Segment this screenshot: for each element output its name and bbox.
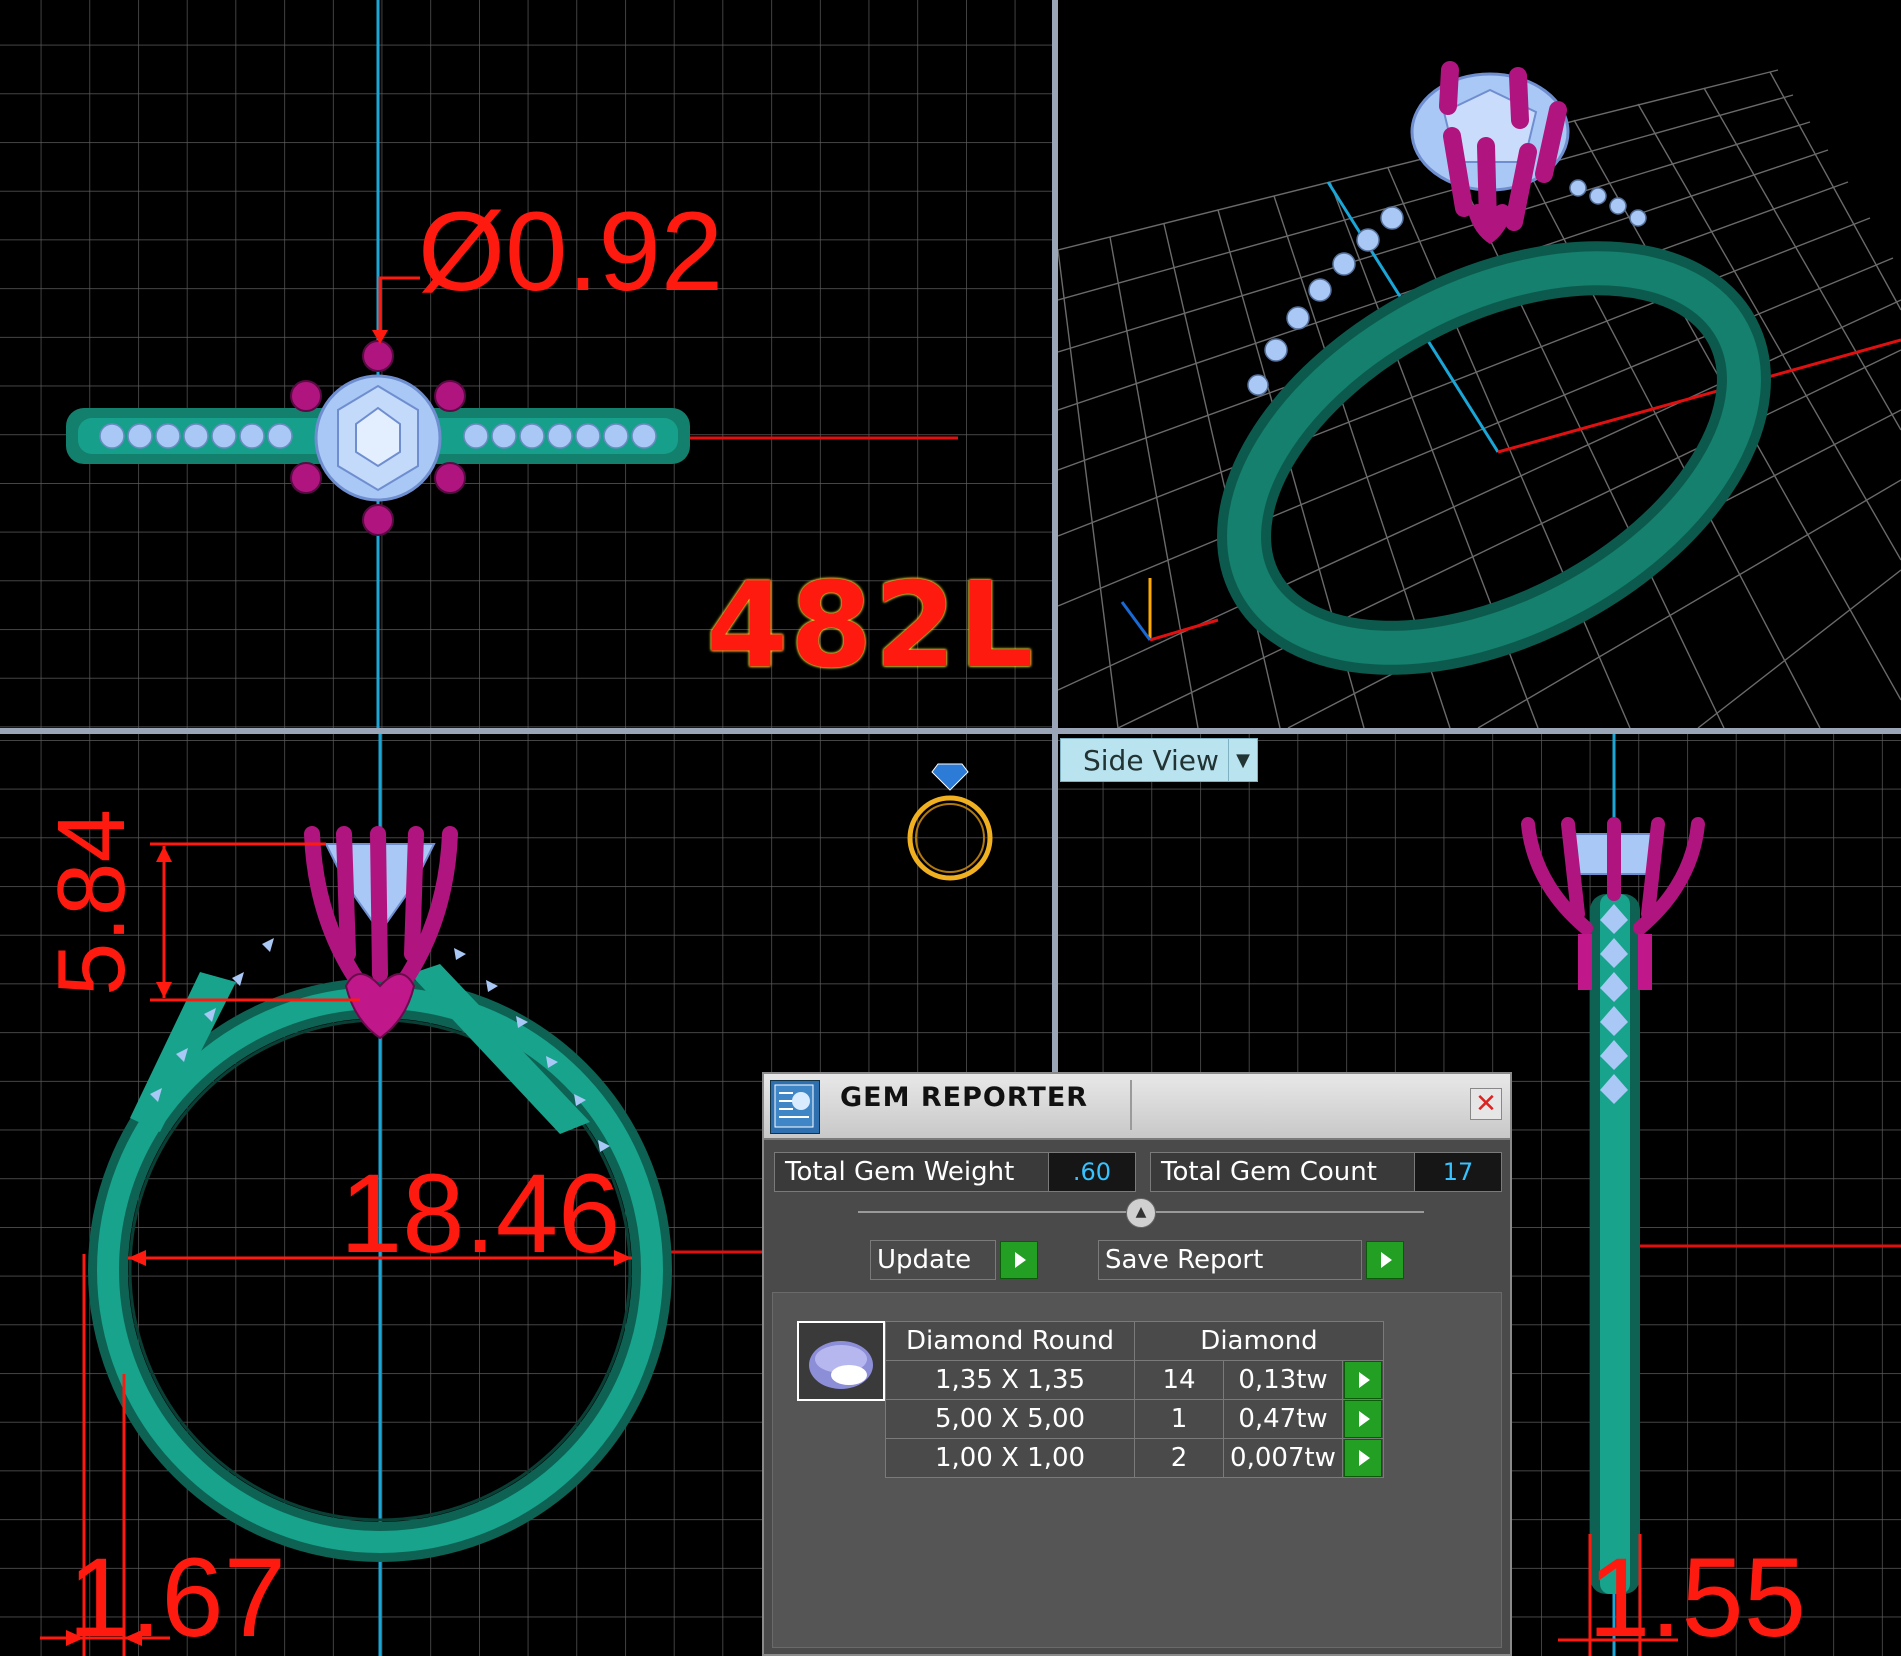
play-icon[interactable] (1344, 1439, 1382, 1477)
gem-row-action[interactable] (1342, 1360, 1384, 1400)
gem-table: Diamond Round Diamond 1,35 X 1,35 14 0,1… (885, 1321, 1384, 1478)
column-gem-shape: Diamond Round (885, 1321, 1135, 1361)
close-button[interactable]: ✕ (1470, 1088, 1502, 1120)
close-icon: ✕ (1475, 1089, 1497, 1119)
gem-size: 1,00 X 1,00 (885, 1438, 1135, 1478)
total-gem-weight-label: Total Gem Weight (785, 1157, 1015, 1187)
gem-row[interactable]: 1,00 X 1,00 2 0,007tw (885, 1438, 1384, 1478)
update-play-button[interactable] (1000, 1241, 1038, 1279)
gem-size: 5,00 X 5,00 (885, 1399, 1135, 1439)
model-number-label: 482L (706, 556, 1036, 694)
gem-count: 14 (1134, 1360, 1224, 1400)
save-report-label: Save Report (1105, 1245, 1264, 1275)
gem-weight: 0,007tw (1223, 1438, 1343, 1478)
save-report-button[interactable]: Save Report (1098, 1240, 1362, 1280)
viewport-perspective[interactable] (1058, 0, 1901, 728)
gem-row[interactable]: 5,00 X 5,00 1 0,47tw (885, 1399, 1384, 1439)
viewport-top[interactable]: Ø0.92 482L (0, 0, 1052, 728)
view-selector-dropdown[interactable]: Side View ▼ (1060, 738, 1258, 782)
total-gem-weight: Total Gem Weight .60 (774, 1152, 1136, 1192)
gem-row[interactable]: 1,35 X 1,35 14 0,13tw (885, 1360, 1384, 1400)
gem-weight: 0,47tw (1223, 1399, 1343, 1439)
band-width-dimension: 1.67 (68, 1535, 286, 1656)
panel-title: GEM REPORTER (840, 1082, 1089, 1113)
column-gem-type: Diamond (1134, 1321, 1384, 1361)
gem-count: 2 (1134, 1438, 1224, 1478)
diamond-round-thumbnail[interactable] (797, 1321, 885, 1401)
update-button[interactable]: Update (870, 1240, 996, 1280)
gem-table-header: Diamond Round Diamond (885, 1321, 1384, 1361)
gem-size: 1,35 X 1,35 (885, 1360, 1135, 1400)
side-band-dimension: 1.55 (1588, 1535, 1806, 1656)
save-report-play-button[interactable] (1366, 1241, 1404, 1279)
gem-row-action[interactable] (1342, 1399, 1384, 1439)
navigator-ring-icon[interactable] (900, 754, 1000, 894)
gem-reporter-header[interactable]: GEM REPORTER ✕ (764, 1074, 1510, 1140)
total-gem-count-value: 17 (1414, 1153, 1501, 1191)
total-gem-weight-value: .60 (1048, 1153, 1135, 1191)
gem-row-action[interactable] (1342, 1438, 1384, 1478)
update-button-label: Update (877, 1245, 972, 1275)
gem-list-area: Diamond Round Diamond 1,35 X 1,35 14 0,1… (772, 1292, 1502, 1648)
perspective-canvas (1058, 61, 1901, 728)
view-selector-label: Side View (1083, 743, 1219, 777)
height-dimension: 5.84 (38, 809, 145, 996)
gem-count: 1 (1134, 1399, 1224, 1439)
total-gem-count: Total Gem Count 17 (1150, 1152, 1502, 1192)
width-dimension: 18.46 (340, 1151, 621, 1276)
chevron-down-icon[interactable]: ▼ (1228, 739, 1257, 781)
gem-reporter-logo-icon (770, 1080, 820, 1134)
header-divider (1130, 1080, 1132, 1130)
play-icon[interactable] (1344, 1361, 1382, 1399)
diameter-dimension: Ø0.92 (418, 189, 724, 314)
gem-weight: 0,13tw (1223, 1360, 1343, 1400)
total-gem-count-label: Total Gem Count (1161, 1157, 1377, 1187)
gem-reporter-panel: GEM REPORTER ✕ Total Gem Weight .60 Tota… (762, 1072, 1512, 1656)
play-icon[interactable] (1344, 1400, 1382, 1438)
collapse-toggle-icon[interactable]: ▲ (1126, 1198, 1156, 1228)
